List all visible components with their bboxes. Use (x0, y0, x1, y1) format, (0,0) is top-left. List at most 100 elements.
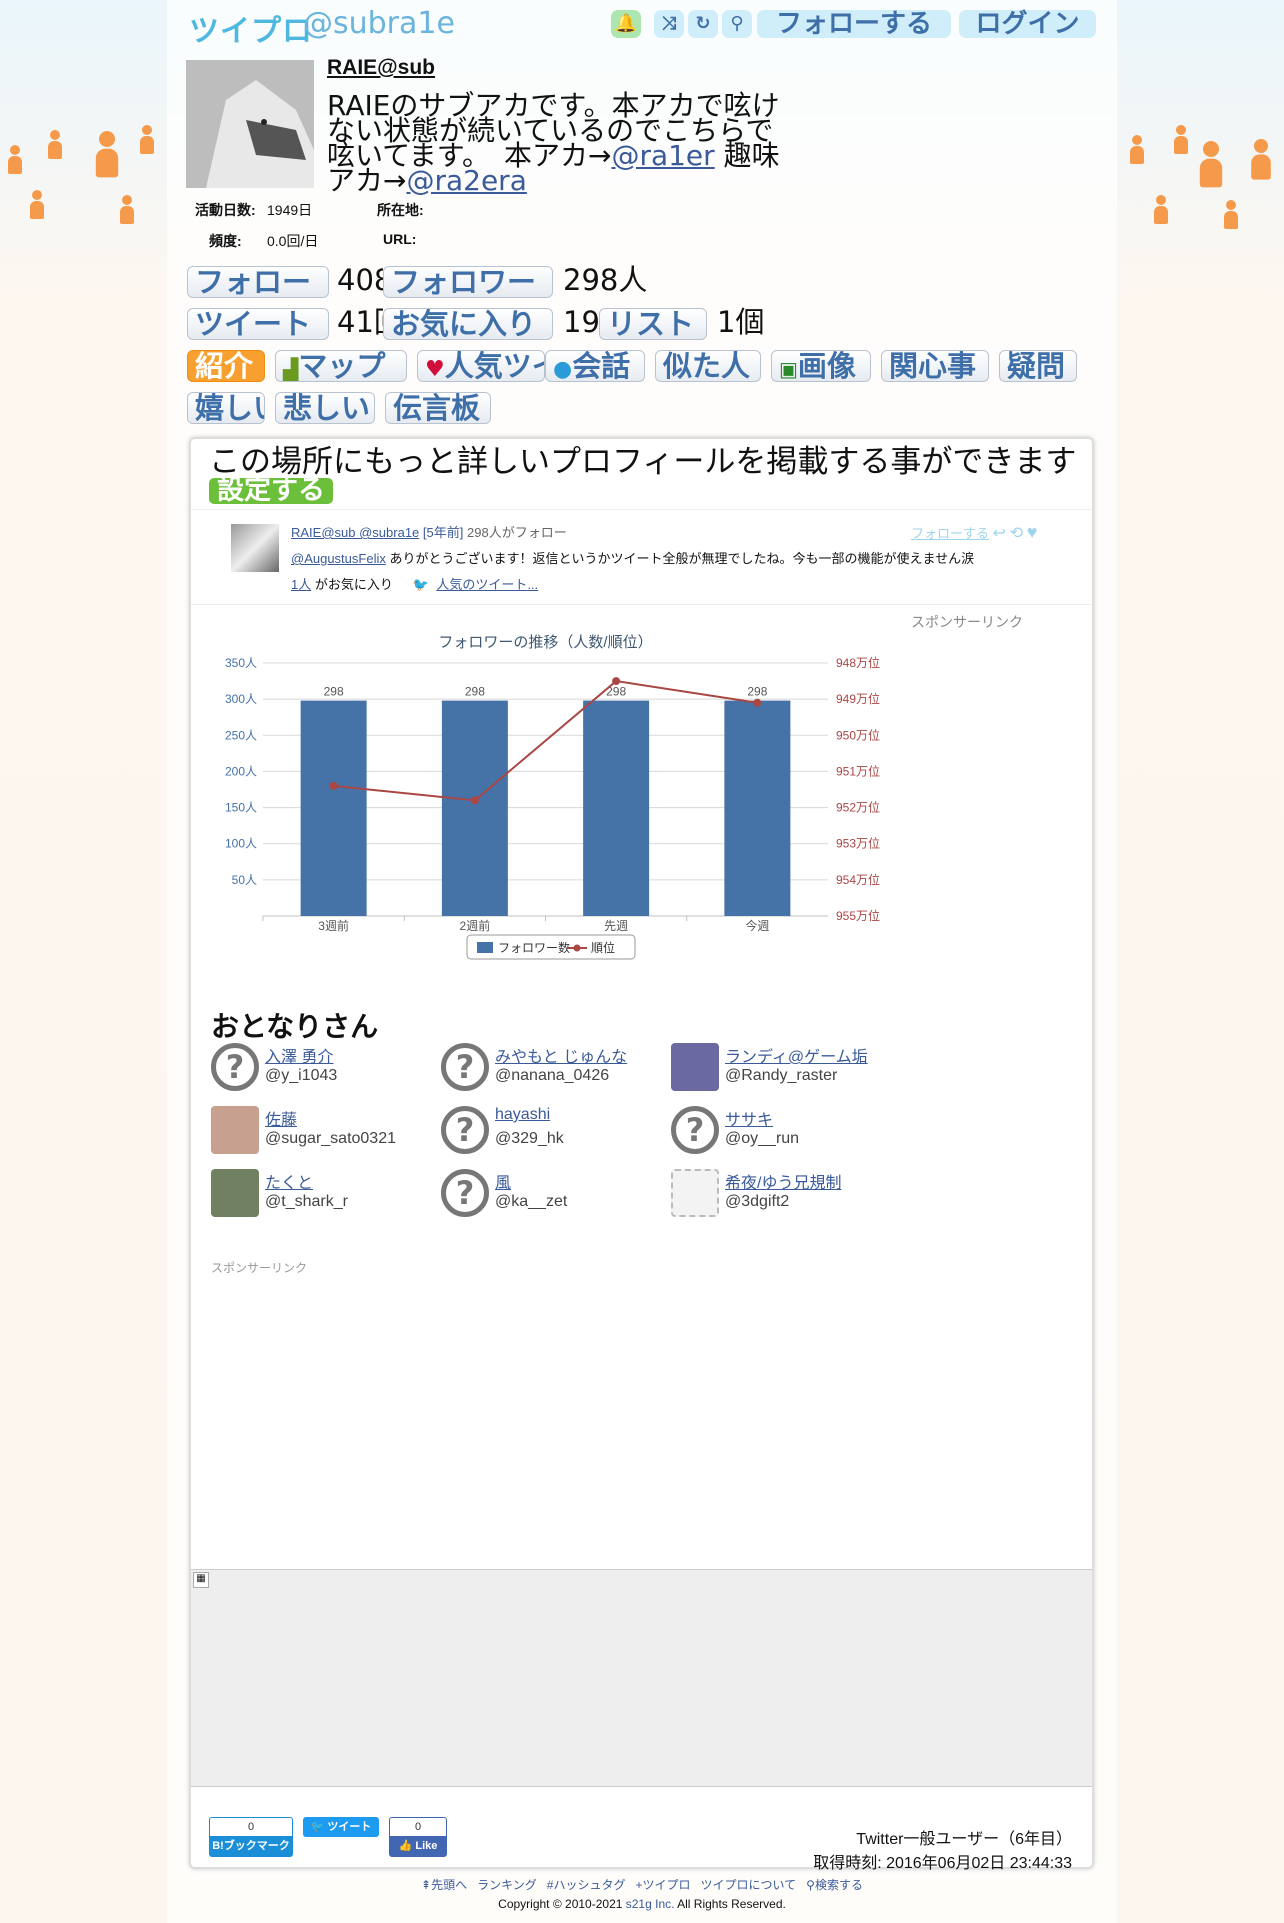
neighbor-item[interactable]: 佐藤 @sugar_sato0321 (211, 1106, 431, 1156)
tab-introduction[interactable]: 紹介 (187, 350, 265, 382)
neighbor-name[interactable]: ランディ@ゲーム垢 (725, 1043, 868, 1067)
neighbor-name[interactable]: hayashi (495, 1106, 550, 1124)
follower-count-button[interactable]: フォロワー (383, 266, 553, 298)
nav-ranking[interactable]: ランキング (477, 1878, 537, 1892)
arrow-up-icon: ⇞ (421, 1878, 432, 1892)
settings-button[interactable]: 設定する (209, 477, 333, 504)
tweet-item: RAIE@sub @subra1e [5年前] 298人がフォロー フォローする… (191, 509, 1092, 605)
neighbor-handle: @nanana_0426 (495, 1067, 610, 1084)
tab-happy[interactable]: 嬉しい (187, 392, 265, 424)
neighbor-handle: @ka__zet (495, 1193, 568, 1210)
company-link[interactable]: s21g Inc. (626, 1897, 675, 1911)
heart-icon[interactable]: ♥ (1027, 522, 1038, 542)
tweet-follow-link[interactable]: フォローする (911, 526, 989, 541)
right-axis-tick: 952万位 (836, 800, 880, 815)
question-mark-icon: ? (441, 1106, 489, 1154)
login-button[interactable]: ログイン (959, 10, 1096, 38)
right-axis-tick: 949万位 (836, 691, 880, 706)
favorites-count: 19 (563, 306, 599, 338)
neighbor-handle: @oy__run (725, 1130, 800, 1147)
follow-count-button[interactable]: フォロー (187, 266, 329, 298)
map-icon: ▟ (283, 357, 299, 381)
tab-images[interactable]: ▣画像 (771, 350, 871, 382)
neighbor-handle: @y_i1043 (265, 1067, 338, 1084)
main-panel: この場所にもっと詳しいプロフィールを掲載する事ができます設定する RAIE@su… (189, 437, 1094, 1872)
tweet-age[interactable]: [5年前] (423, 525, 463, 540)
bio-link-main-account[interactable]: @ra1er (611, 139, 714, 172)
neighbor-item[interactable]: ? 風 @ka__zet (441, 1169, 661, 1219)
header: ツイプロ @subra1e 🔔 ⤨ ↻ ⚲ フォローする ログイン (167, 0, 1117, 50)
bar (583, 700, 650, 916)
tweet-avatar[interactable] (231, 524, 279, 572)
follow-button[interactable]: フォローする (757, 10, 951, 38)
follow-count: 408 (337, 264, 383, 296)
nav-hashtag[interactable]: #ハッシュタグ (547, 1878, 626, 1892)
neighbor-name[interactable]: 風 (495, 1169, 511, 1193)
tab-sad[interactable]: 悲しい (275, 392, 375, 424)
neighbor-avatar (671, 1043, 719, 1091)
neighbor-name[interactable]: たくと (265, 1169, 313, 1193)
tab-conversation[interactable]: ●会話 (545, 350, 645, 382)
profile-name[interactable]: RAIE@sub (327, 56, 435, 80)
reply-icon[interactable]: ↩ (993, 525, 1006, 542)
nav-about[interactable]: ツイプロについて (701, 1878, 797, 1892)
site-logo[interactable]: ツイプロ (189, 6, 313, 50)
rank-point (753, 698, 762, 707)
bio-link-hobby-account[interactable]: @ra2era (406, 164, 526, 197)
nav-search[interactable]: 検索する (815, 1878, 863, 1892)
neighbors-title: おとなりさん (211, 1010, 379, 1043)
retweet-icon[interactable]: ⟲ (1010, 525, 1023, 542)
neighbor-handle: @3dgift2 (725, 1193, 790, 1210)
neighbor-name[interactable]: みやもと じゅんな (495, 1043, 627, 1067)
right-axis-tick: 955万位 (836, 908, 880, 923)
shuffle-icon[interactable]: ⤨ (654, 10, 684, 38)
tab-popular-tweets[interactable]: ♥人気ツイート (417, 350, 545, 382)
hatena-bookmark-button[interactable]: 0 B!ブックマーク (209, 1817, 293, 1857)
speech-bubble-icon: ● (553, 357, 573, 382)
tweet-fav-count[interactable]: 1人 (291, 577, 311, 592)
neighbor-item[interactable]: たくと @t_shark_r (211, 1169, 431, 1219)
neighbor-item[interactable]: ? 入澤 勇介 @y_i1043 (211, 1043, 431, 1093)
neighbor-name[interactable]: 希夜/ゆう兄規制 (725, 1169, 841, 1193)
lists-button[interactable]: リスト (599, 308, 707, 340)
tweet-text: ありがとうございます！返信というかツイート全般が無理でしたね。今も一部の機能が使… (389, 551, 975, 566)
tab-map[interactable]: ▟マップ (275, 350, 407, 382)
neighbor-name[interactable]: ササキ (725, 1106, 773, 1130)
neighbor-item[interactable]: ? hayashi @329_hk (441, 1106, 661, 1156)
tab-similar-users[interactable]: 似た人 (655, 350, 761, 382)
broken-image-icon: ▦ (193, 1572, 209, 1588)
nav-tweetpro[interactable]: +ツイプロ (635, 1878, 690, 1892)
neighbor-item[interactable]: 希夜/ゆう兄規制 @3dgift2 (671, 1169, 891, 1219)
fetched-time: 取得時刻: 2016年06月02日 23:44:33 (813, 1855, 1072, 1872)
header-handle: @subra1e (303, 6, 455, 41)
nav-top[interactable]: 先頭へ (431, 1878, 467, 1892)
refresh-icon[interactable]: ↻ (688, 10, 718, 38)
neighbor-name[interactable]: 佐藤 (265, 1106, 297, 1130)
tweet-author-link[interactable]: RAIE@sub @subra1e (291, 525, 419, 540)
right-axis-tick: 951万位 (836, 763, 880, 778)
tab-interests[interactable]: 関心事 (881, 350, 989, 382)
user-type: Twitter一般ユーザー（6年目） (856, 1831, 1072, 1848)
avatar (186, 60, 314, 188)
profile-bio: RAIEのサブアカです。本アカで呟けない状態が続いているのでこちらで呟いてます。… (327, 89, 780, 197)
tab-message-board[interactable]: 伝言板 (385, 392, 491, 424)
left-axis-tick: 150人 (225, 801, 257, 815)
tweet-share-button[interactable]: 🐦 ツイート (303, 1817, 379, 1837)
neighbor-item[interactable]: ? ササキ @oy__run (671, 1106, 891, 1156)
tweet-count-button[interactable]: ツイート (187, 308, 329, 340)
popular-tweets-link[interactable]: 人気のツイート... (436, 577, 538, 592)
image-icon: ▣ (779, 357, 798, 381)
neighbor-name[interactable]: 入澤 勇介 (265, 1043, 333, 1067)
bell-icon[interactable]: 🔔 (611, 10, 641, 38)
bar-data-label: 298 (465, 685, 485, 699)
neighbor-item[interactable]: ? みやもと じゅんな @nanana_0426 (441, 1043, 661, 1093)
bar (300, 700, 367, 916)
tweet-mention[interactable]: @AugustusFelix (291, 551, 386, 566)
facebook-like-button[interactable]: 0 👍 Like (389, 1817, 447, 1857)
right-axis-tick: 950万位 (836, 727, 880, 742)
copyright-prefix: Copyright © 2010-2021 (498, 1897, 626, 1911)
neighbor-item[interactable]: ランディ@ゲーム垢 @Randy_raster (671, 1043, 891, 1093)
favorites-button[interactable]: お気に入り (383, 308, 553, 340)
tab-questions[interactable]: 疑問 (999, 350, 1077, 382)
search-icon[interactable]: ⚲ (722, 10, 752, 38)
